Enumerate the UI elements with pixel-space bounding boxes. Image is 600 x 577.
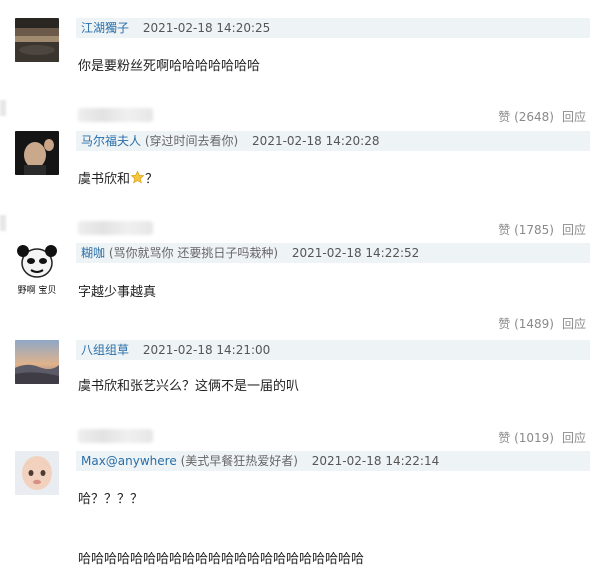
comment-header: 八组组草 2021-02-18 14:21:00 xyxy=(76,340,590,360)
comment-header: 江湖獨子 2021-02-18 14:20:25 xyxy=(76,18,590,38)
reply-button[interactable]: 回应 xyxy=(562,431,586,445)
reply-button[interactable]: 回应 xyxy=(562,110,586,124)
blurred-reply xyxy=(78,429,153,443)
user-note: (骂你就骂你 还要挑日子吗栽种) xyxy=(108,246,279,260)
comment-item: 马尔福夫人 (穿过时间去看你) 2021-02-18 14:20:28 虞书欣和… xyxy=(0,125,600,237)
username[interactable]: Max@anywhere xyxy=(81,454,177,468)
avatar[interactable]: 野啊 宝贝 xyxy=(15,243,59,295)
star-emoji-icon xyxy=(130,170,145,187)
comment-header: Max@anywhere (美式早餐狂热爱好者) 2021-02-18 14:2… xyxy=(76,451,590,471)
blurred-reply xyxy=(78,221,153,235)
avatar[interactable] xyxy=(15,18,59,62)
comment-text: 虞书欣和张艺兴么？这俩不是一届的叭 xyxy=(78,379,300,394)
timestamp: 2021-02-18 14:22:14 xyxy=(311,454,440,468)
comment-text-suffix: ？ xyxy=(145,172,159,187)
like-button[interactable]: 赞 (1489) xyxy=(498,317,554,331)
username[interactable]: 马尔福夫人 xyxy=(81,134,141,148)
username[interactable]: 江湖獨子 xyxy=(81,21,129,35)
comment-actions: 赞 (1489) 回应 xyxy=(498,315,586,332)
like-button[interactable]: 赞 (2648) xyxy=(498,110,554,124)
comment-text: 哈？？？？ xyxy=(78,492,144,507)
comment-header: 马尔福夫人 (穿过时间去看你) 2021-02-18 14:20:28 xyxy=(76,131,590,151)
avatar[interactable] xyxy=(15,340,59,384)
timestamp: 2021-02-18 14:20:28 xyxy=(252,134,380,148)
timestamp: 2021-02-18 14:21:00 xyxy=(142,343,271,357)
comment-actions: 赞 (1019) 回应 xyxy=(498,429,586,446)
user-note: (美式早餐狂热爱好者) xyxy=(180,454,298,468)
comment-item: 江湖獨子 2021-02-18 14:20:25 你是要粉丝死啊哈哈哈哈哈哈哈 … xyxy=(0,0,600,125)
username[interactable]: 糊咖 xyxy=(81,246,105,260)
comment-actions: 赞 (2648) 回应 xyxy=(498,108,586,125)
comment-text: 字越少事越真 xyxy=(78,285,157,300)
blur-artifact xyxy=(0,100,6,116)
timestamp: 2021-02-18 14:22:52 xyxy=(291,246,420,260)
comment-text-line2: 哈哈哈哈哈哈哈哈哈哈哈哈哈哈哈哈哈哈哈哈哈哈 xyxy=(78,552,365,567)
comment-text: 你是要粉丝死啊哈哈哈哈哈哈哈 xyxy=(78,59,261,74)
comment-item: 八组组草 2021-02-18 14:21:00 虞书欣和张艺兴么？这俩不是一届… xyxy=(0,335,600,445)
comment-text-main: 虞书欣和 xyxy=(78,172,131,187)
comment-item: Max@anywhere (美式早餐狂热爱好者) 2021-02-18 14:2… xyxy=(0,445,600,577)
username[interactable]: 八组组草 xyxy=(81,343,129,357)
blurred-reply xyxy=(78,108,153,122)
avatar[interactable] xyxy=(15,131,59,175)
like-button[interactable]: 赞 (1019) xyxy=(498,431,554,445)
user-note: (穿过时间去看你) xyxy=(144,134,239,148)
reply-button[interactable]: 回应 xyxy=(562,317,586,331)
avatar-caption: 野啊 宝贝 xyxy=(17,286,57,295)
comment-header: 糊咖 (骂你就骂你 还要挑日子吗栽种) 2021-02-18 14:22:52 xyxy=(76,243,590,263)
comment-text: 虞书欣和 ？ xyxy=(78,168,158,187)
blur-artifact xyxy=(0,215,6,231)
timestamp: 2021-02-18 14:20:25 xyxy=(142,21,271,35)
comment-item: 野啊 宝贝 糊咖 (骂你就骂你 还要挑日子吗栽种) 2021-02-18 14:… xyxy=(0,235,600,335)
avatar[interactable] xyxy=(15,451,59,495)
